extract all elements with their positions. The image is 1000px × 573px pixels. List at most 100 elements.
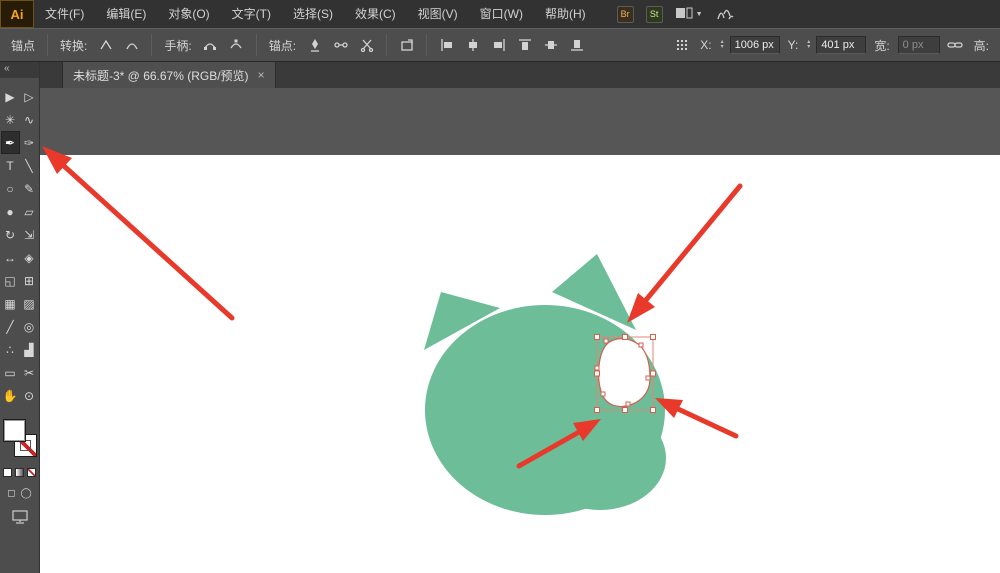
align-horizontal-center-button[interactable] [462,35,483,55]
x-stepper[interactable]: ▴ ▾ [721,39,724,50]
tool-ellipse[interactable]: ○ [1,177,20,200]
fill-stroke-swatches [2,419,37,457]
tool-slice[interactable]: ✂ [20,361,39,384]
menu-object[interactable]: 对象(O) [157,0,220,28]
width-label: 宽: [874,38,890,53]
app-logo: Ai [0,0,34,28]
y-stepper[interactable]: ▴ ▾ [807,39,810,50]
none-button[interactable] [27,468,36,477]
tool-direct-selection[interactable]: ▷ [20,85,39,108]
menu-window[interactable]: 窗口(W) [469,0,534,28]
tool-scale[interactable]: ⇲ [20,223,39,246]
document-tab-title: 未标题-3* @ 66.67% (RGB/预览) [73,68,249,83]
show-handles-button[interactable] [200,35,221,55]
align-left-button[interactable] [436,35,457,55]
menu-effect[interactable]: 效果(C) [344,0,407,28]
convert-smooth-button[interactable] [121,35,142,55]
x-field[interactable]: 1006 px [729,36,780,54]
color-type-buttons [3,468,36,477]
menu-select[interactable]: 选择(S) [282,0,344,28]
tool-eyedropper[interactable]: ╱ [1,315,20,338]
menu-edit[interactable]: 编辑(E) [95,0,157,28]
tool-width[interactable]: ↔ [1,246,20,269]
tool-grid: ▶ ▷ ✳ ∿ ✒ ✑ T ╲ ○ ✎ ● ▱ ↻ ⇲ ↔ ◈ ◱ ⊞ ▦ ▨ … [0,85,39,407]
hide-handles-button[interactable] [226,35,247,55]
tool-selection[interactable]: ▶ [1,85,20,108]
tool-line-segment[interactable]: ╲ [20,154,39,177]
align-top-button[interactable] [514,35,535,55]
x-label: X: [700,38,712,52]
tool-artboard[interactable]: ▭ [1,361,20,384]
selection-type-label: 锚点 [11,38,36,53]
height-label: 高: [973,38,989,53]
close-icon[interactable]: × [258,68,265,82]
gesture-icon[interactable] [715,5,735,24]
tool-rotate[interactable]: ↻ [1,223,20,246]
menu-type[interactable]: 文字(T) [221,0,282,28]
artboard[interactable] [40,155,1000,573]
menu-help[interactable]: 帮助(H) [534,0,597,28]
menu-view[interactable]: 视图(V) [407,0,469,28]
tool-column-graph[interactable]: ▟ [20,338,39,361]
align-bottom-button[interactable] [566,35,587,55]
tool-blob-brush[interactable]: ● [1,200,20,223]
convert-corner-button[interactable] [95,35,116,55]
gradient-button[interactable] [15,468,24,477]
tool-free-transform[interactable]: ◈ [20,246,39,269]
document-tab-bar: 未标题-3* @ 66.67% (RGB/预览) × [40,62,1000,88]
transform-controls: X: ▴ ▾ 1006 px Y: ▴ ▾ 401 px 宽: 0 px 高: [671,35,992,55]
width-field[interactable]: 0 px [897,36,940,54]
draw-normal-icon[interactable]: ◻ [7,488,15,499]
remove-anchor-button[interactable] [304,35,325,55]
screen-mode-button[interactable] [11,510,28,529]
tool-lasso[interactable]: ∿ [20,108,39,131]
fill-color-swatch[interactable] [2,419,26,442]
y-label: Y: [787,38,799,52]
control-bar: 锚点 转换: 手柄: 锚点: X: ▴ ▾ 1006 px Y: ▴ ▾ 401… [0,28,1000,62]
align-vertical-center-button[interactable] [540,35,561,55]
drawing-mode-buttons: ◻ ◯ [7,488,32,499]
canvas-pasteboard[interactable] [40,88,1000,573]
tool-paintbrush[interactable]: ✑ [20,131,39,154]
y-field[interactable]: 401 px [816,36,867,54]
tool-shape-builder[interactable]: ◱ [1,269,20,292]
tool-type[interactable]: T [1,154,20,177]
tool-magic-wand[interactable]: ✳ [1,108,20,131]
tool-symbol-sprayer[interactable]: ∴ [1,338,20,361]
align-right-button[interactable] [488,35,509,55]
tool-blend[interactable]: ◎ [20,315,39,338]
arrange-documents-icon [675,6,693,23]
convert-label: 转换: [60,38,88,53]
stock-button[interactable]: St [645,5,663,23]
connect-endpoints-button[interactable] [330,35,351,55]
illustrator-window: Ai 文件(F) 编辑(E) 对象(O) 文字(T) 选择(S) 效果(C) 视… [0,0,1000,573]
bridge-button[interactable]: Br [616,5,634,23]
tool-gradient[interactable]: ▨ [20,292,39,315]
constrain-proportions-icon[interactable] [945,35,966,55]
color-button[interactable] [3,468,12,477]
tool-zoom[interactable]: ⊙ [20,384,39,407]
collapse-panel-button[interactable]: « [0,62,39,78]
tool-mesh[interactable]: ▦ [1,292,20,315]
tool-pencil[interactable]: ✎ [20,177,39,200]
arrange-documents-button[interactable]: ▼ [675,6,703,23]
handles-label: 手柄: [164,38,192,53]
document-tab[interactable]: 未标题-3* @ 66.67% (RGB/预览) × [62,62,276,88]
isolate-object-button[interactable] [396,35,417,55]
separator [47,34,49,56]
cut-path-button[interactable] [356,35,377,55]
menu-file[interactable]: 文件(F) [34,0,95,28]
spinner-down-icon[interactable]: ▾ [721,44,724,50]
chevron-down-icon: ▼ [695,10,703,18]
draw-behind-icon[interactable]: ◯ [21,488,32,499]
tool-perspective-grid[interactable]: ⊞ [20,269,39,292]
tool-eraser[interactable]: ▱ [20,200,39,223]
tools-panel: « ▶ ▷ ✳ ∿ ✒ ✑ T ╲ ○ ✎ ● ▱ ↻ ⇲ ↔ ◈ ◱ ⊞ ▦ … [0,62,40,573]
spinner-down-icon[interactable]: ▾ [807,44,810,50]
separator [386,34,388,56]
tool-hand[interactable]: ✋ [1,384,20,407]
separator [255,34,257,56]
app-bar-tools: Br St ▼ [616,5,735,24]
reference-point-icon[interactable] [671,35,692,55]
tool-pen[interactable]: ✒ [0,131,20,154]
